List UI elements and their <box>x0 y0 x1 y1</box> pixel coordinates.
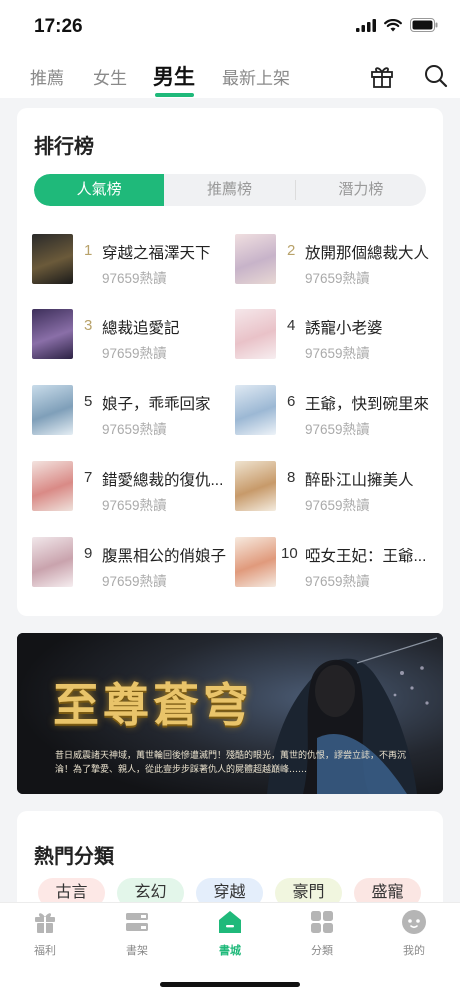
status-icons <box>356 18 438 32</box>
rank-number: 8 <box>287 469 296 486</box>
bottom-tab-profile[interactable]: 我的 <box>374 909 454 958</box>
ranking-item[interactable]: 5 娘子，乖乖回家 97659熱讀 <box>32 383 232 439</box>
tab-male[interactable]: 男生 <box>153 61 195 91</box>
bottom-tab-bar: 福利 書架 書城 分類 我的 <box>0 902 460 996</box>
ranking-item[interactable]: 4 誘寵小老婆 97659熱讀 <box>235 307 435 363</box>
ranking-title: 排行榜 <box>34 136 94 158</box>
read-count: 97659熱讀 <box>102 422 167 437</box>
wifi-icon <box>384 18 402 31</box>
ranking-item[interactable]: 8 醉卧江山擁美人 97659熱讀 <box>235 459 435 515</box>
tab-new-releases[interactable]: 最新上架 <box>222 64 290 89</box>
bottom-tab-label: 書城 <box>219 945 241 957</box>
status-bar: 17:26 <box>0 0 460 54</box>
book-title: 穿越之福澤天下 <box>102 245 211 262</box>
profile-icon <box>402 910 426 934</box>
book-title: 放開那個總裁大人 <box>305 245 429 262</box>
bottom-tab-label: 分類 <box>311 945 333 957</box>
bottom-tab-bookstore[interactable]: 書城 <box>190 909 270 958</box>
book-cover <box>235 461 276 511</box>
read-count: 97659熱讀 <box>305 271 370 286</box>
ranking-item[interactable]: 6 王爺，快到碗里來 97659熱讀 <box>235 383 435 439</box>
active-tab-indicator <box>155 93 194 97</box>
ranking-item[interactable]: 2 放開那個總裁大人 97659熱讀 <box>235 232 435 288</box>
book-cover <box>32 537 73 587</box>
read-count: 97659熱讀 <box>102 346 167 361</box>
segment-popular[interactable]: 人氣榜 <box>34 174 165 206</box>
read-count: 97659熱讀 <box>305 574 370 589</box>
book-title: 總裁追愛記 <box>102 320 180 337</box>
book-cover <box>32 461 73 511</box>
book-cover <box>32 309 73 359</box>
ranking-item[interactable]: 9 腹黑相公的俏娘子 97659熱讀 <box>32 535 232 591</box>
home-indicator[interactable] <box>160 982 300 987</box>
top-nav: 推薦 女生 男生 最新上架 <box>0 54 460 98</box>
book-cover <box>235 234 276 284</box>
book-title: 娘子，乖乖回家 <box>102 396 211 413</box>
tab-female[interactable]: 女生 <box>93 64 127 89</box>
book-title: 王爺，快到碗里來 <box>305 396 429 413</box>
read-count: 97659熱讀 <box>305 498 370 513</box>
read-count: 97659熱讀 <box>102 574 167 589</box>
tab-recommend[interactable]: 推薦 <box>30 64 64 89</box>
segment-potential[interactable]: 潛力榜 <box>296 174 426 206</box>
rank-number: 6 <box>287 393 296 410</box>
promo-banner[interactable]: 至尊蒼穹 昔日威震諸天神域，萬世輪回後慘遭滅門！殘酷的眼光，萬世的仇恨，謬尝立誌… <box>17 633 443 794</box>
banner-title: 至尊蒼穹 <box>53 678 253 732</box>
read-count: 97659熱讀 <box>305 346 370 361</box>
read-count: 97659熱讀 <box>102 498 167 513</box>
cellular-signal-icon <box>356 18 376 32</box>
gift-icon[interactable] <box>369 63 395 89</box>
book-title: 醉卧江山擁美人 <box>305 472 414 489</box>
banner-description: 昔日威震諸天神域，萬世輪回後慘遭滅門！殘酷的眼光，萬世的仇恨，謬尝立誌，不再沉淪… <box>55 751 407 775</box>
book-title: 啞女王妃：王爺... <box>305 548 427 565</box>
rank-number: 3 <box>84 317 93 334</box>
book-cover <box>235 385 276 435</box>
book-cover <box>235 309 276 359</box>
bottom-tab-label: 福利 <box>34 945 56 957</box>
rank-number: 5 <box>84 393 93 410</box>
segment-recommended[interactable]: 推薦榜 <box>164 174 294 206</box>
bookshelf-icon <box>126 913 148 931</box>
rank-number: 4 <box>287 317 296 334</box>
rank-number: 10 <box>281 545 298 562</box>
status-time: 17:26 <box>34 16 83 37</box>
ranking-item[interactable]: 3 總裁追愛記 97659熱讀 <box>32 307 232 363</box>
book-title: 誘寵小老婆 <box>305 320 383 337</box>
bookstore-home-icon <box>219 911 241 933</box>
search-icon[interactable] <box>423 63 449 89</box>
bottom-tab-label: 我的 <box>403 945 425 957</box>
book-cover <box>235 537 276 587</box>
read-count: 97659熱讀 <box>305 422 370 437</box>
rank-number: 1 <box>84 242 93 259</box>
bottom-tab-label: 書架 <box>126 945 148 957</box>
book-title: 腹黑相公的俏娘子 <box>102 548 226 565</box>
ranking-item[interactable]: 10 啞女王妃：王爺... 97659熱讀 <box>235 535 435 591</box>
category-grid-icon <box>311 911 333 933</box>
ranking-segment-control: 人氣榜 推薦榜 潛力榜 <box>34 174 426 206</box>
book-cover <box>32 385 73 435</box>
ranking-card: 排行榜 人氣榜 推薦榜 潛力榜 1 穿越之福澤天下 97659熱讀 2 放開那個… <box>17 108 443 616</box>
categories-title: 熱門分類 <box>34 846 114 868</box>
bottom-tab-welfare[interactable]: 福利 <box>5 909 85 958</box>
bottom-tab-bookshelf[interactable]: 書架 <box>97 909 177 958</box>
read-count: 97659熱讀 <box>102 271 167 286</box>
ranking-item[interactable]: 1 穿越之福澤天下 97659熱讀 <box>32 232 232 288</box>
rank-number: 9 <box>84 545 93 562</box>
book-title: 錯愛總裁的復仇... <box>102 472 224 489</box>
battery-icon <box>410 18 438 32</box>
ranking-item[interactable]: 7 錯愛總裁的復仇... 97659熱讀 <box>32 459 232 515</box>
bottom-tab-categories[interactable]: 分類 <box>282 909 362 958</box>
rank-number: 7 <box>84 469 93 486</box>
rank-number: 2 <box>287 242 296 259</box>
gift-icon <box>35 913 55 933</box>
book-cover <box>32 234 73 284</box>
